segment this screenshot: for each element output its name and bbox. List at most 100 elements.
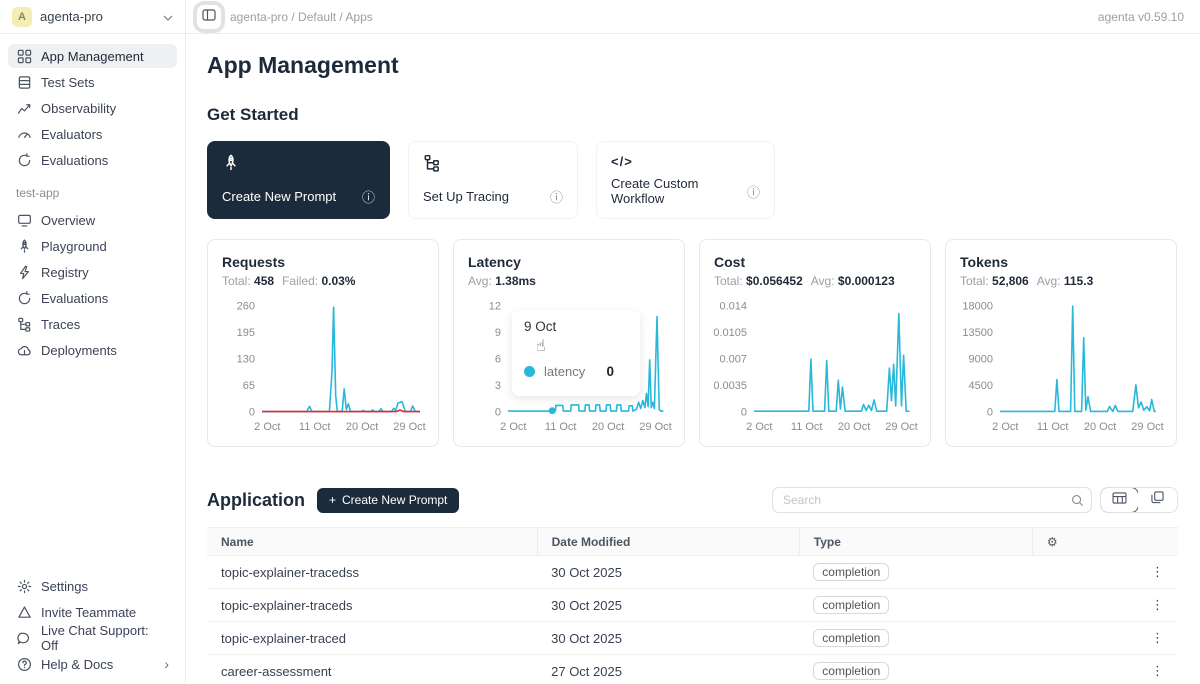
column-settings-gear-icon[interactable]: ⚙ [1032, 528, 1178, 556]
sidebar-collapse-button[interactable] [196, 4, 222, 30]
table-view-button[interactable] [1100, 487, 1139, 513]
sidebar-item-help-docs[interactable]: Help & Docs › [8, 652, 177, 676]
table-row[interactable]: topic-explainer-traced 30 Oct 2025 compl… [207, 622, 1178, 655]
latency-card: Latency Avg: 1.38ms 1296302 Oct11 Oct20 … [453, 239, 685, 447]
table-row[interactable]: topic-explainer-traceds 30 Oct 2025 comp… [207, 589, 1178, 622]
gauge-icon [16, 127, 32, 142]
invite-icon [16, 605, 32, 620]
code-icon: </> [611, 154, 760, 169]
create-custom-workflow-card[interactable]: </> Create Custom Workflow ⓘ [596, 141, 775, 219]
sidebar-footer: Settings Invite Teammate Live Chat Suppo… [8, 574, 177, 680]
card-label: Create Custom Workflow [611, 176, 747, 206]
sidebar-item-overview[interactable]: Overview [8, 208, 177, 232]
set-up-tracing-card[interactable]: Set Up Tracing ⓘ [408, 141, 578, 219]
sidebar-item-label: Invite Teammate [41, 605, 136, 620]
svg-text:18000: 18000 [962, 301, 993, 313]
cost-card: Cost Total: $0.056452Avg: $0.000123 0.01… [699, 239, 931, 447]
sidebar-item-evaluators[interactable]: Evaluators [8, 122, 177, 146]
sidebar-item-observability[interactable]: Observability [8, 96, 177, 120]
sidebar-item-evaluations[interactable]: Evaluations [8, 148, 177, 172]
series-dot [524, 366, 535, 377]
app-name[interactable]: career-assessment [207, 655, 537, 684]
sidebar-item-label: Help & Docs [41, 657, 113, 672]
header-type[interactable]: Type [799, 528, 1032, 556]
header-name[interactable]: Name [207, 528, 537, 556]
row-menu-icon[interactable]: ⋮ [1032, 589, 1178, 622]
svg-text:11 Oct: 11 Oct [791, 421, 823, 433]
svg-text:11 Oct: 11 Oct [545, 421, 577, 433]
create-new-prompt-card[interactable]: Create New Prompt ⓘ [207, 141, 390, 219]
sidebar-item-label: Overview [41, 213, 95, 228]
table-row[interactable]: topic-explainer-tracedss 30 Oct 2025 com… [207, 556, 1178, 589]
svg-text:130: 130 [237, 354, 255, 366]
rocket-icon [16, 239, 32, 254]
app-name[interactable]: topic-explainer-tracedss [207, 556, 537, 589]
header-date-modified[interactable]: Date Modified [537, 528, 799, 556]
table-row[interactable]: career-assessment 27 Oct 2025 completion… [207, 655, 1178, 684]
top-bar: A agenta-pro agenta-pro / Default / Apps… [0, 0, 1200, 34]
sidebar-item-settings[interactable]: Settings [8, 574, 177, 598]
sidebar-item-evaluations-app[interactable]: Evaluations [8, 286, 177, 310]
svg-text:0.0105: 0.0105 [714, 327, 747, 339]
tokens-card: Tokens Total: 52,806Avg: 115.3 180001350… [945, 239, 1177, 447]
search-icon[interactable] [1063, 494, 1091, 507]
sidebar-item-playground[interactable]: Playground [8, 234, 177, 258]
svg-text:4500: 4500 [969, 380, 993, 392]
type-badge: completion [813, 662, 889, 680]
tooltip-series-label: latency [544, 364, 585, 379]
sidebar-item-live-chat[interactable]: Live Chat Support: Off [8, 626, 177, 650]
workspace-selector[interactable]: A agenta-pro [0, 0, 186, 33]
sidebar-item-app-management[interactable]: App Management [8, 44, 177, 68]
sidebar-item-registry[interactable]: Registry [8, 260, 177, 284]
svg-text:12: 12 [489, 301, 501, 313]
info-icon[interactable]: ⓘ [747, 182, 760, 201]
svg-text:29 Oct: 29 Oct [393, 421, 425, 433]
card-title: Tokens [960, 254, 1162, 270]
svg-text:2 Oct: 2 Oct [992, 421, 1018, 433]
app-name[interactable]: topic-explainer-traceds [207, 589, 537, 622]
requests-chart[interactable]: 2601951306502 Oct11 Oct20 Oct29 Oct [222, 298, 424, 441]
create-new-prompt-button[interactable]: + Create New Prompt [317, 488, 459, 513]
svg-text:0: 0 [987, 407, 993, 419]
svg-text:11 Oct: 11 Oct [299, 421, 331, 433]
svg-text:20 Oct: 20 Oct [838, 421, 870, 433]
breadcrumb[interactable]: agenta-pro / Default / Apps [230, 10, 373, 24]
button-label: Create New Prompt [342, 493, 447, 507]
monitor-icon [16, 213, 32, 228]
svg-text:2 Oct: 2 Oct [254, 421, 280, 433]
row-menu-icon[interactable]: ⋮ [1032, 655, 1178, 684]
svg-text:13500: 13500 [962, 327, 993, 339]
sidebar-item-label: Settings [41, 579, 88, 594]
chart-line-icon [16, 101, 32, 116]
sidebar-item-deployments[interactable]: Deployments [8, 338, 177, 362]
tokens-chart[interactable]: 18000135009000450002 Oct11 Oct20 Oct29 O… [960, 298, 1162, 441]
card-view-button[interactable] [1138, 488, 1177, 512]
application-heading: Application [207, 490, 305, 511]
chevron-down-icon [163, 8, 173, 26]
sidebar-item-label: Evaluations [41, 153, 108, 168]
sidebar-item-label: Playground [41, 239, 107, 254]
sidebar-item-label: App Management [41, 49, 144, 64]
tree-icon [16, 317, 32, 332]
sidebar-item-test-sets[interactable]: Test Sets [8, 70, 177, 94]
main-content: App Management Get Started Create New Pr… [186, 34, 1200, 684]
row-menu-icon[interactable]: ⋮ [1032, 622, 1178, 655]
svg-text:2 Oct: 2 Oct [500, 421, 526, 433]
sidebar-item-label: Traces [41, 317, 80, 332]
bolt-icon [16, 265, 32, 280]
svg-text:20 Oct: 20 Oct [346, 421, 378, 433]
tooltip-date: 9 Oct [524, 319, 628, 334]
search-input[interactable] [773, 493, 1063, 507]
sidebar-item-traces[interactable]: Traces [8, 312, 177, 336]
cost-chart[interactable]: 0.0140.01050.0070.003502 Oct11 Oct20 Oct… [714, 298, 916, 441]
app-date: 30 Oct 2025 [537, 556, 799, 589]
row-menu-icon[interactable]: ⋮ [1032, 556, 1178, 589]
workspace-avatar: A [12, 7, 32, 27]
sidebar-item-invite-teammate[interactable]: Invite Teammate [8, 600, 177, 624]
grid-icon [16, 49, 32, 64]
app-name[interactable]: topic-explainer-traced [207, 622, 537, 655]
info-icon[interactable]: ⓘ [550, 187, 563, 206]
stat-cards: Requests Total: 458Failed: 0.03% 2601951… [207, 239, 1178, 447]
page-title: App Management [207, 52, 1178, 79]
info-icon[interactable]: ⓘ [362, 187, 375, 206]
